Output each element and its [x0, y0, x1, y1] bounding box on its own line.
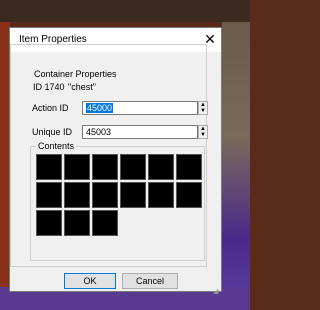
container-slot[interactable]: [92, 154, 118, 180]
background-top: [0, 0, 250, 22]
container-slot[interactable]: [120, 154, 146, 180]
container-name: "chest": [68, 82, 96, 92]
container-id: ID 1740: [33, 82, 65, 92]
container-slot[interactable]: [148, 182, 174, 208]
container-slot[interactable]: [64, 182, 90, 208]
container-slot[interactable]: [176, 154, 202, 180]
ok-button[interactable]: OK: [64, 273, 116, 289]
action-id-spinner[interactable]: ▲ ▼: [198, 101, 208, 115]
resize-grip-icon[interactable]: ◢: [213, 287, 218, 295]
cancel-button[interactable]: Cancel: [122, 273, 178, 289]
container-slot[interactable]: [64, 154, 90, 180]
unique-id-value: 45003: [86, 127, 112, 137]
background-right: [222, 22, 250, 310]
container-slot[interactable]: [92, 182, 118, 208]
container-slot[interactable]: [36, 210, 62, 236]
unique-id-field[interactable]: 45003: [82, 125, 198, 139]
container-slot[interactable]: [92, 210, 118, 236]
unique-id-label: Unique ID: [32, 127, 73, 137]
action-id-label: Action ID: [32, 103, 69, 113]
contents-label: Contents: [36, 141, 77, 151]
contents-slots: [36, 154, 204, 240]
container-slot[interactable]: [148, 154, 174, 180]
unique-id-spinner[interactable]: ▲ ▼: [198, 125, 208, 139]
action-id-value: 45000: [86, 103, 114, 113]
container-slot[interactable]: [36, 182, 62, 208]
container-slot[interactable]: [36, 154, 62, 180]
container-properties-label: Container Properties: [32, 69, 119, 79]
chevron-down-icon[interactable]: ▼: [199, 108, 207, 114]
container-slot[interactable]: [64, 210, 90, 236]
container-slot[interactable]: [120, 182, 146, 208]
container-slot[interactable]: [176, 182, 202, 208]
action-id-field[interactable]: 45000: [82, 101, 198, 115]
chevron-down-icon[interactable]: ▼: [199, 132, 207, 138]
